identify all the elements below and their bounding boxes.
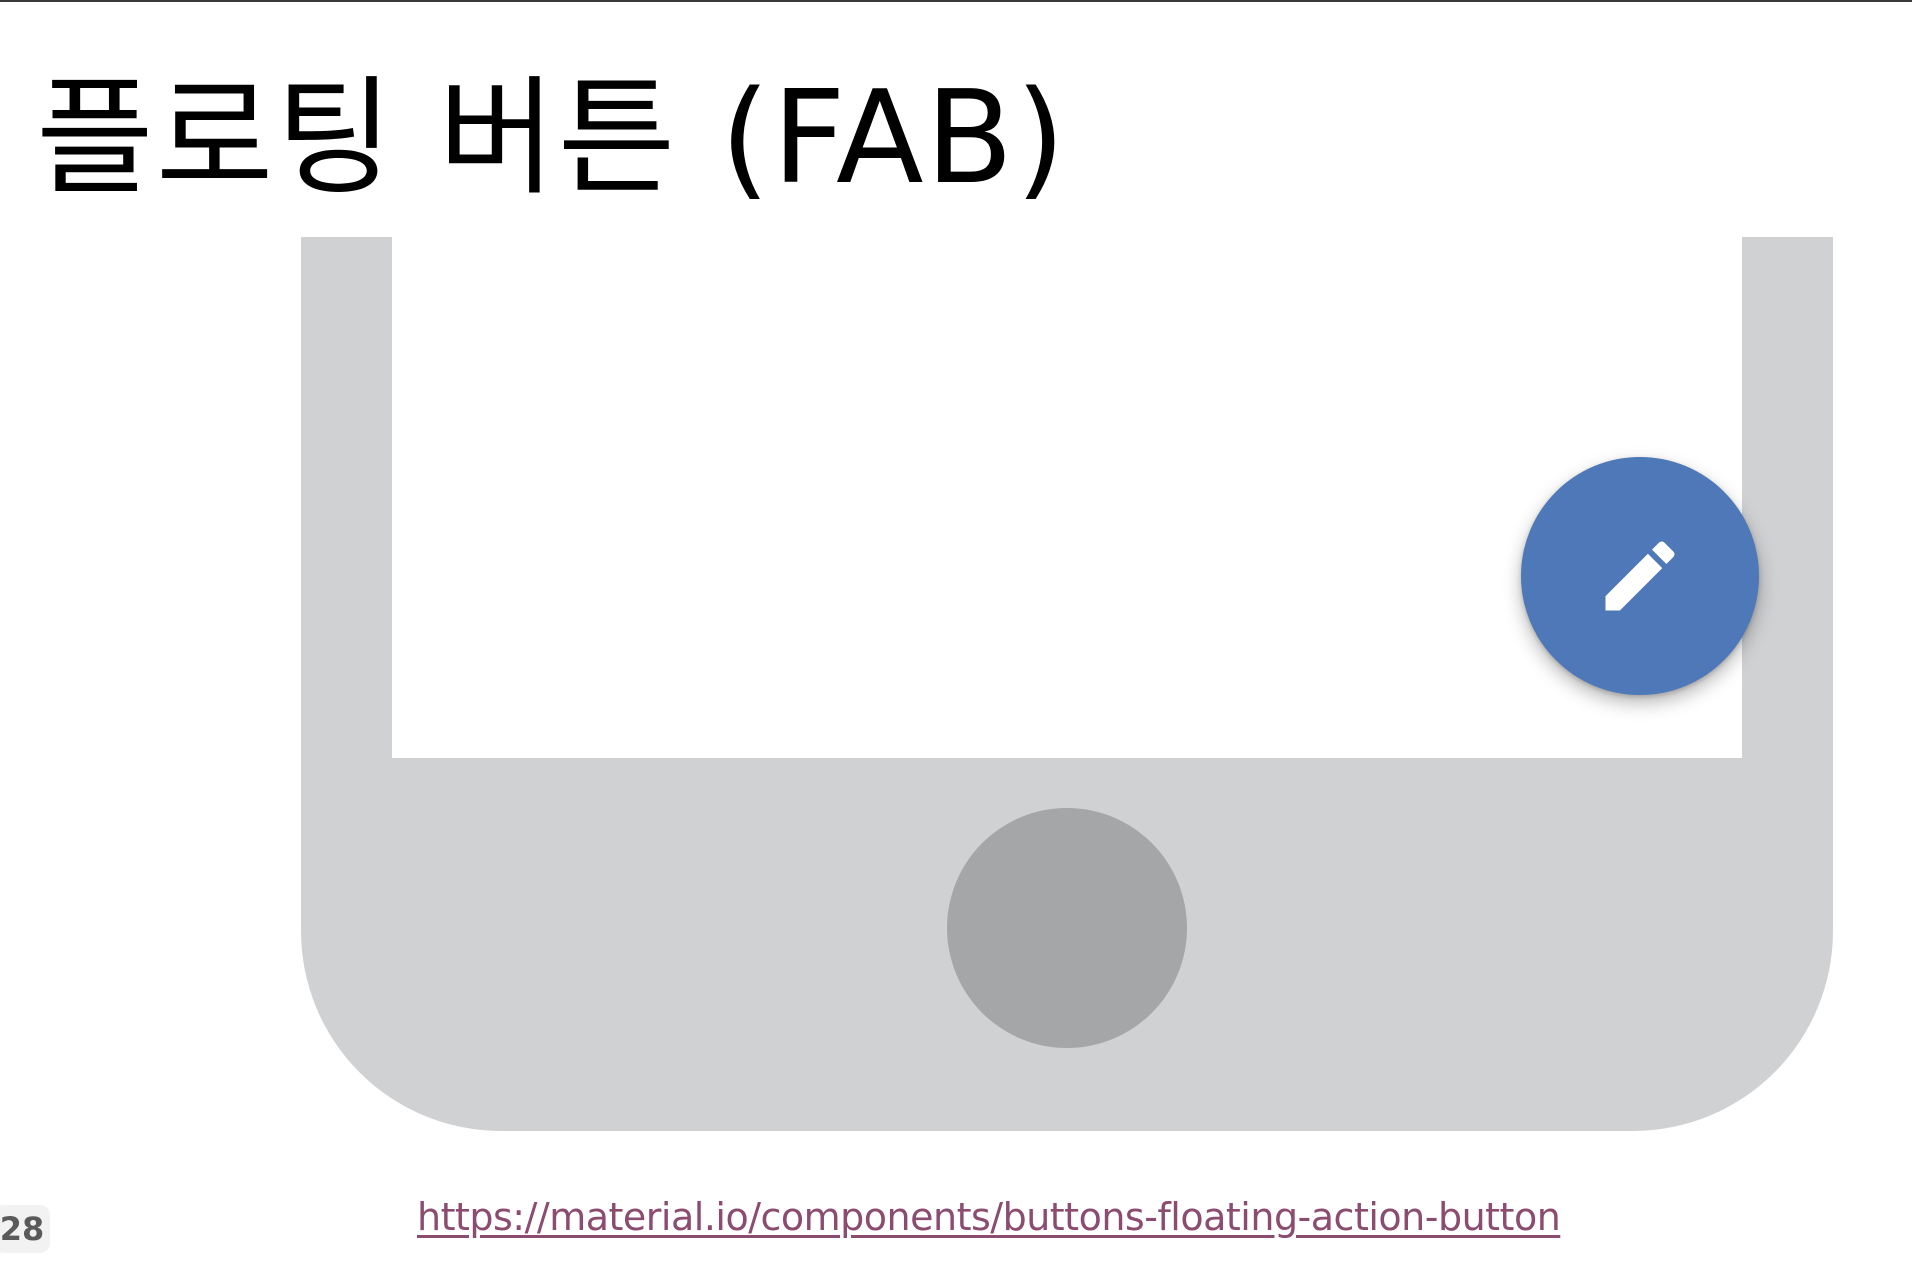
page-number: 28 [0, 1205, 50, 1253]
phone-screen [392, 237, 1759, 758]
slide-title: 플로팅 버튼 (FAB) [36, 64, 1068, 213]
home-button[interactable] [947, 808, 1187, 1048]
source-link[interactable]: https://material.io/components/buttons-f… [417, 1192, 1561, 1242]
pencil-edit-icon [1605, 541, 1675, 611]
floating-action-button[interactable] [1521, 457, 1759, 695]
slide-page: 플로팅 버튼 (FAB) https://material.io/compone… [0, 0, 1912, 1268]
phone-mockup [301, 237, 1833, 1131]
top-divider [0, 0, 1912, 2]
